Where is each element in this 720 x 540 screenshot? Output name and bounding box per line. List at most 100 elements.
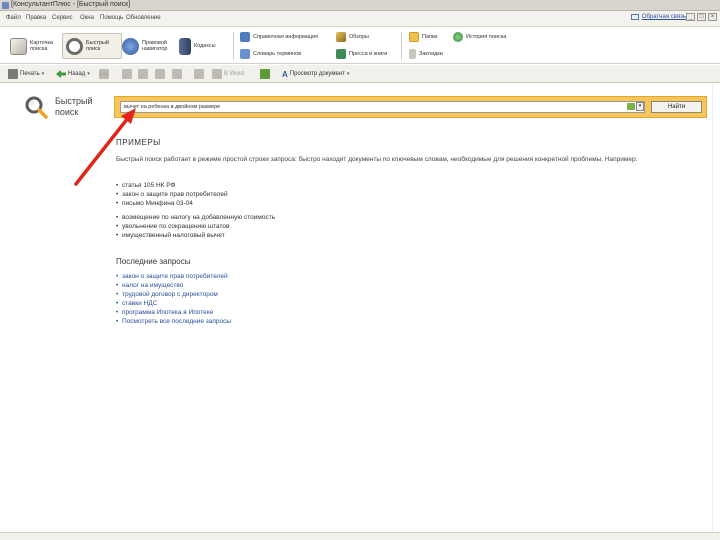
minimize-button[interactable]: _ (686, 13, 695, 21)
quick-search-magnifier-icon (25, 96, 48, 119)
folders-button[interactable]: Папки (409, 31, 437, 43)
reference-button[interactable]: Справочная информация (240, 31, 318, 43)
maximize-button[interactable]: □ (697, 13, 706, 21)
codexes-button[interactable]: Кодексы (175, 33, 230, 59)
remove-icon (172, 69, 182, 79)
recent-query-text: программа Ипотека в Ипотеке (122, 309, 214, 316)
back-label: Назад (68, 71, 86, 77)
legal-navigator-label: Правовой навигатор (142, 40, 168, 52)
recent-query-link[interactable]: налог на имущество (116, 281, 231, 290)
recent-query-link[interactable]: программа Ипотека в Ипотеке (116, 308, 231, 317)
menu-update[interactable]: Обновление (126, 15, 161, 21)
close-button[interactable]: × (708, 13, 717, 21)
bookmark-icon (409, 49, 416, 59)
recent-query-text: Посмотреть все последние запросы (122, 318, 232, 325)
list-item: письмо Минфина 03-04 (116, 199, 228, 208)
bookmarks-label: Закладки (419, 51, 443, 57)
clear-icon[interactable] (627, 103, 635, 110)
find-button[interactable]: Найти (651, 101, 702, 113)
back-arrow-icon (56, 70, 66, 78)
folder-icon (409, 32, 419, 42)
recent-query-text: ставки НДС (122, 300, 158, 307)
recent-queries-heading: Последние запросы (116, 257, 191, 266)
menu-windows[interactable]: Окна (80, 15, 94, 21)
press-icon (336, 49, 346, 59)
folders-label: Папки (422, 34, 438, 40)
reviews-label: Обзоры (349, 34, 369, 40)
list-item: закон о защите прав потребителей (116, 190, 228, 199)
history-button[interactable]: История поиска (453, 31, 506, 43)
toolbar-button-2[interactable] (138, 68, 148, 80)
reference-label: Справочная информация (253, 34, 319, 40)
toolbar-button-4[interactable] (172, 68, 182, 80)
examples-intro: Быстрый поиск работает в режиме простой … (116, 156, 638, 163)
menu-help[interactable]: Помощь (100, 15, 123, 21)
export-button[interactable] (260, 68, 270, 80)
print-label: Печать (20, 71, 40, 77)
status-bar (0, 532, 720, 540)
toolbar-button-1[interactable] (122, 68, 132, 80)
press-label: Пресса и книги (349, 51, 388, 57)
recent-query-link[interactable]: закон о защите прав потребителей (116, 272, 231, 281)
print-button[interactable]: Печать ▾ (8, 68, 44, 80)
card-search-button[interactable]: Карточка поиска (6, 33, 66, 59)
ribbon-separator (233, 32, 234, 60)
navigator-icon (122, 37, 139, 55)
forward-button[interactable] (99, 68, 109, 80)
toolbar-button-3[interactable] (155, 68, 165, 80)
quick-search-button[interactable]: Быстрый поиск (62, 33, 122, 59)
text-style-icon: A (282, 69, 288, 79)
vertical-scrollbar[interactable] (712, 84, 720, 532)
reference-icon (240, 32, 250, 42)
to-word-button[interactable]: В Word (212, 68, 244, 80)
add-icon (155, 69, 165, 79)
title-bar: [КонсультантПлюс - [Быстрый поиск] (0, 0, 720, 11)
recent-queries-list: закон о защите прав потребителей налог н… (116, 272, 231, 326)
history-label: История поиска (466, 34, 507, 40)
window-controls: _ □ × (686, 13, 717, 21)
dictionary-icon (240, 49, 250, 59)
bookmarks-button[interactable]: Закладки (409, 48, 443, 60)
press-button[interactable]: Пресса и книги (336, 48, 387, 60)
feedback-link[interactable]: Обратная связь (630, 14, 686, 20)
list-item: возмещение по налогу на добавленную стои… (116, 213, 275, 222)
card-search-icon (10, 37, 27, 55)
magnifier-icon (66, 37, 83, 55)
toolbar-button-5[interactable] (194, 68, 204, 80)
all-recent-queries-link[interactable]: Посмотреть все последние запросы (116, 317, 231, 326)
page-title: Быстрый поиск (55, 96, 93, 117)
list-item: увольнение по сокращению штатов (116, 222, 275, 231)
dictionary-label: Словарь терминов (253, 51, 302, 57)
quick-search-label: Быстрый поиск (86, 40, 109, 52)
copy-icon (138, 69, 148, 79)
examples-heading: ПРИМЕРЫ (116, 138, 161, 147)
codexes-label: Кодексы (194, 43, 216, 49)
doc-icon (122, 69, 132, 79)
menu-edit[interactable]: Правка (26, 15, 46, 21)
legal-navigator-button[interactable]: Правовой навигатор (118, 33, 178, 59)
ribbon-separator (401, 32, 402, 60)
recent-query-link[interactable]: ставки НДС (116, 299, 231, 308)
menu-bar: Файл Правка Сервис Окна Помощь Обновлени… (0, 11, 720, 27)
back-button[interactable]: Назад ▾ (56, 68, 90, 80)
menu-service[interactable]: Сервис (52, 15, 73, 21)
history-icon (453, 32, 463, 42)
app-icon (2, 2, 9, 9)
list-item: имущественный налоговый вычет (116, 231, 275, 240)
reviews-button[interactable]: Обзоры (336, 31, 369, 43)
dictionary-button[interactable]: Словарь терминов (240, 48, 301, 60)
search-input[interactable]: вычет на ребенка в двойном размере (120, 101, 645, 113)
books-icon (179, 37, 191, 55)
ribbon: Карточка поиска Быстрый поиск Правовой н… (0, 28, 720, 64)
chevron-down-icon: ▾ (41, 71, 45, 77)
card-search-label: Карточка поиска (30, 40, 54, 52)
list-item: статья 105 НК РФ (116, 181, 228, 190)
content-area (0, 84, 712, 532)
preview-document-button[interactable]: A Просмотр документ ▾ (282, 68, 349, 80)
feedback-label: Обратная связь (641, 14, 686, 20)
menu-file[interactable]: Файл (6, 15, 21, 21)
word-icon (212, 69, 222, 79)
examples-list-1: статья 105 НК РФ закон о защите прав пот… (116, 181, 228, 208)
history-dropdown-button[interactable]: ▾ (636, 102, 644, 111)
recent-query-link[interactable]: трудовой договор с директором (116, 290, 231, 299)
